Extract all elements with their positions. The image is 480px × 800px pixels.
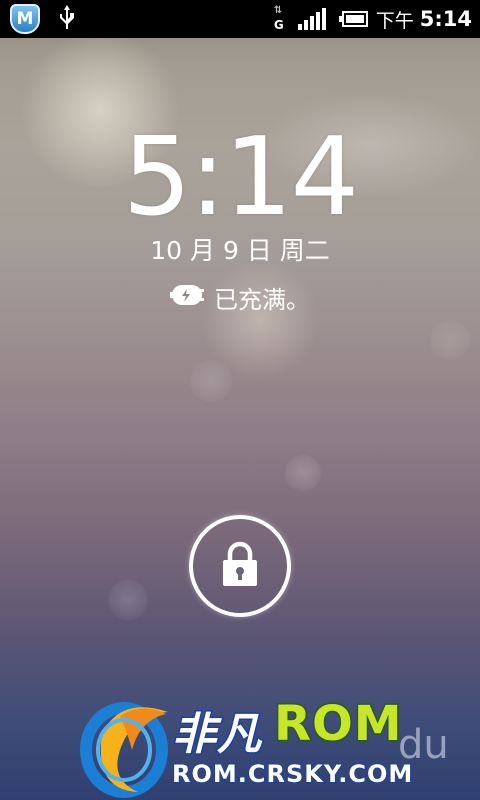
- bokeh-glow: [108, 580, 148, 620]
- crsky-logo-icon: [80, 702, 168, 798]
- network-type-indicator: ⇅ G: [273, 5, 284, 32]
- usb-icon: [58, 4, 76, 34]
- plug-icon: [170, 283, 204, 313]
- charging-status-text: 已充满。: [214, 286, 310, 314]
- lockscreen-clock: 5:14: [122, 115, 360, 240]
- signal-strength-icon: [297, 8, 328, 30]
- bokeh-glow: [200, 260, 320, 380]
- brand-name-rom: ROM: [273, 695, 404, 754]
- lockscreen-date: 10 月 9 日 周二: [150, 236, 330, 265]
- bokeh-glow: [190, 360, 232, 402]
- bokeh-glow: [430, 320, 470, 360]
- status-time-period: 下午: [375, 9, 414, 32]
- charging-status: 已充满。: [0, 280, 480, 315]
- crsky-watermark: 非凡 ROM du ROM.CRSKY.COM: [80, 694, 480, 800]
- lock-icon: [220, 541, 260, 591]
- system-status-icons: ⇅ G 下午 5:14: [274, 0, 472, 38]
- bokeh-glow: [285, 455, 321, 491]
- app-badge-icon: M: [10, 4, 40, 34]
- lock-screen: M ⇅ G 下午 5:14 5:14 10 月 9 日 周二 已充满。 非凡 R…: [0, 0, 480, 800]
- network-type-label: G: [273, 18, 284, 32]
- status-time: 5:14: [419, 7, 472, 31]
- status-bar[interactable]: M ⇅ G 下午 5:14: [0, 0, 480, 38]
- brand-url: ROM.CRSKY.COM: [171, 759, 414, 789]
- data-activity-icon: ⇅: [273, 5, 283, 16]
- brand-name-cn: 非凡: [171, 708, 263, 762]
- battery-icon: [338, 11, 368, 27]
- notification-icons: M: [10, 3, 76, 35]
- unlock-handle[interactable]: [189, 515, 291, 617]
